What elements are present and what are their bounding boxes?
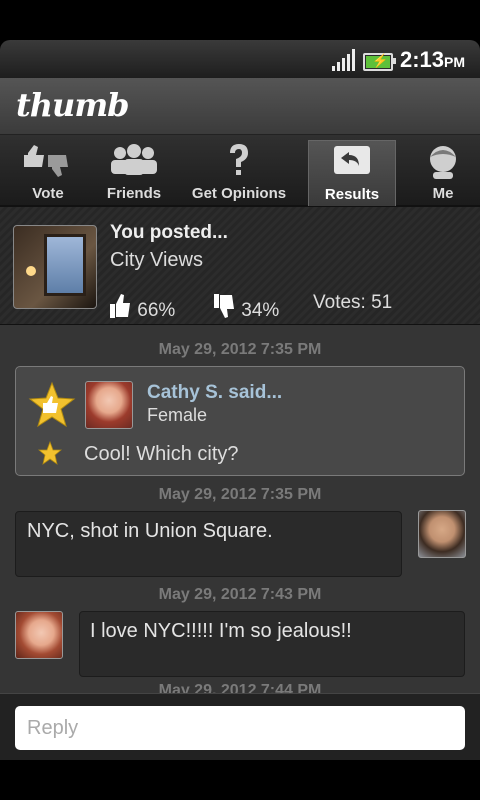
tab-label: Me bbox=[432, 185, 454, 202]
question-mark-icon bbox=[230, 144, 248, 175]
avatar[interactable] bbox=[85, 381, 133, 429]
message-timestamp: May 29, 2012 7:35 PM bbox=[158, 341, 322, 358]
status-bar: ⚡ 2:13PM bbox=[0, 40, 480, 78]
message-text: I love NYC!!!!! I'm so jealous!! bbox=[90, 620, 352, 642]
message-timestamp: May 29, 2012 7:44 PM bbox=[158, 682, 322, 693]
opinion-card[interactable]: Cathy S. said... Female Cool! Which city… bbox=[15, 366, 465, 476]
message-text: NYC, shot in Union Square. bbox=[27, 520, 273, 542]
tab-me[interactable]: Me bbox=[406, 135, 480, 205]
tab-bar: Vote Friends Get Opinions Results Me bbox=[0, 135, 480, 207]
reply-bar bbox=[0, 693, 480, 761]
conversation-list[interactable]: May 29, 2012 7:35 PM Cathy S. said... Fe… bbox=[0, 325, 480, 693]
message-timestamp: May 29, 2012 7:43 PM bbox=[158, 586, 322, 603]
message-timestamp: May 29, 2012 7:35 PM bbox=[158, 486, 322, 503]
post-title: City Views bbox=[110, 249, 203, 271]
thumbs-up-percent: 66% bbox=[137, 300, 176, 321]
top-bezel bbox=[0, 0, 480, 40]
title-bar: thumb bbox=[0, 78, 480, 135]
bottom-bezel bbox=[0, 760, 480, 800]
message-text: Cool! Which city? bbox=[84, 443, 239, 465]
votes-count: Votes: 51 bbox=[313, 292, 393, 313]
message-bubble: I love NYC!!!!! I'm so jealous!! bbox=[79, 611, 465, 677]
thumbs-up-stat: 66% bbox=[108, 292, 175, 322]
message-bubble: NYC, shot in Union Square. bbox=[15, 511, 402, 577]
avatar[interactable] bbox=[15, 611, 63, 659]
tab-vote[interactable]: Vote bbox=[0, 135, 96, 205]
post-heading: You posted... bbox=[110, 222, 228, 243]
thumbs-up-icon bbox=[110, 294, 130, 318]
post-thumbnail[interactable] bbox=[13, 225, 97, 309]
star-thumbs-up-icon bbox=[28, 381, 76, 428]
status-clock: 2:13PM bbox=[400, 47, 466, 72]
tab-label: Vote bbox=[32, 185, 64, 202]
thumbs-down-icon bbox=[214, 294, 234, 318]
tab-label: Results bbox=[324, 186, 380, 203]
signal-icon bbox=[332, 49, 356, 71]
star-icon bbox=[38, 441, 62, 465]
thumbs-vote-icon bbox=[24, 145, 68, 177]
thumbs-down-stat: 34% bbox=[212, 292, 279, 322]
reply-arrow-icon bbox=[334, 146, 370, 174]
thumbs-down-percent: 34% bbox=[241, 300, 280, 321]
friends-icon bbox=[111, 144, 157, 175]
app-logo: thumb bbox=[16, 86, 130, 124]
author-name: Cathy S. said... bbox=[147, 382, 283, 403]
tab-friends[interactable]: Friends bbox=[96, 135, 172, 205]
tab-results[interactable]: Results bbox=[308, 140, 396, 206]
reply-input[interactable] bbox=[15, 706, 465, 750]
battery-icon: ⚡ bbox=[363, 53, 396, 71]
tab-label: Friends bbox=[106, 185, 162, 202]
tab-get-opinions[interactable]: Get Opinions bbox=[172, 135, 306, 205]
author-gender: Female bbox=[147, 405, 208, 425]
avatar[interactable] bbox=[418, 510, 466, 558]
person-icon bbox=[430, 146, 456, 179]
tab-label: Get Opinions bbox=[191, 185, 287, 202]
